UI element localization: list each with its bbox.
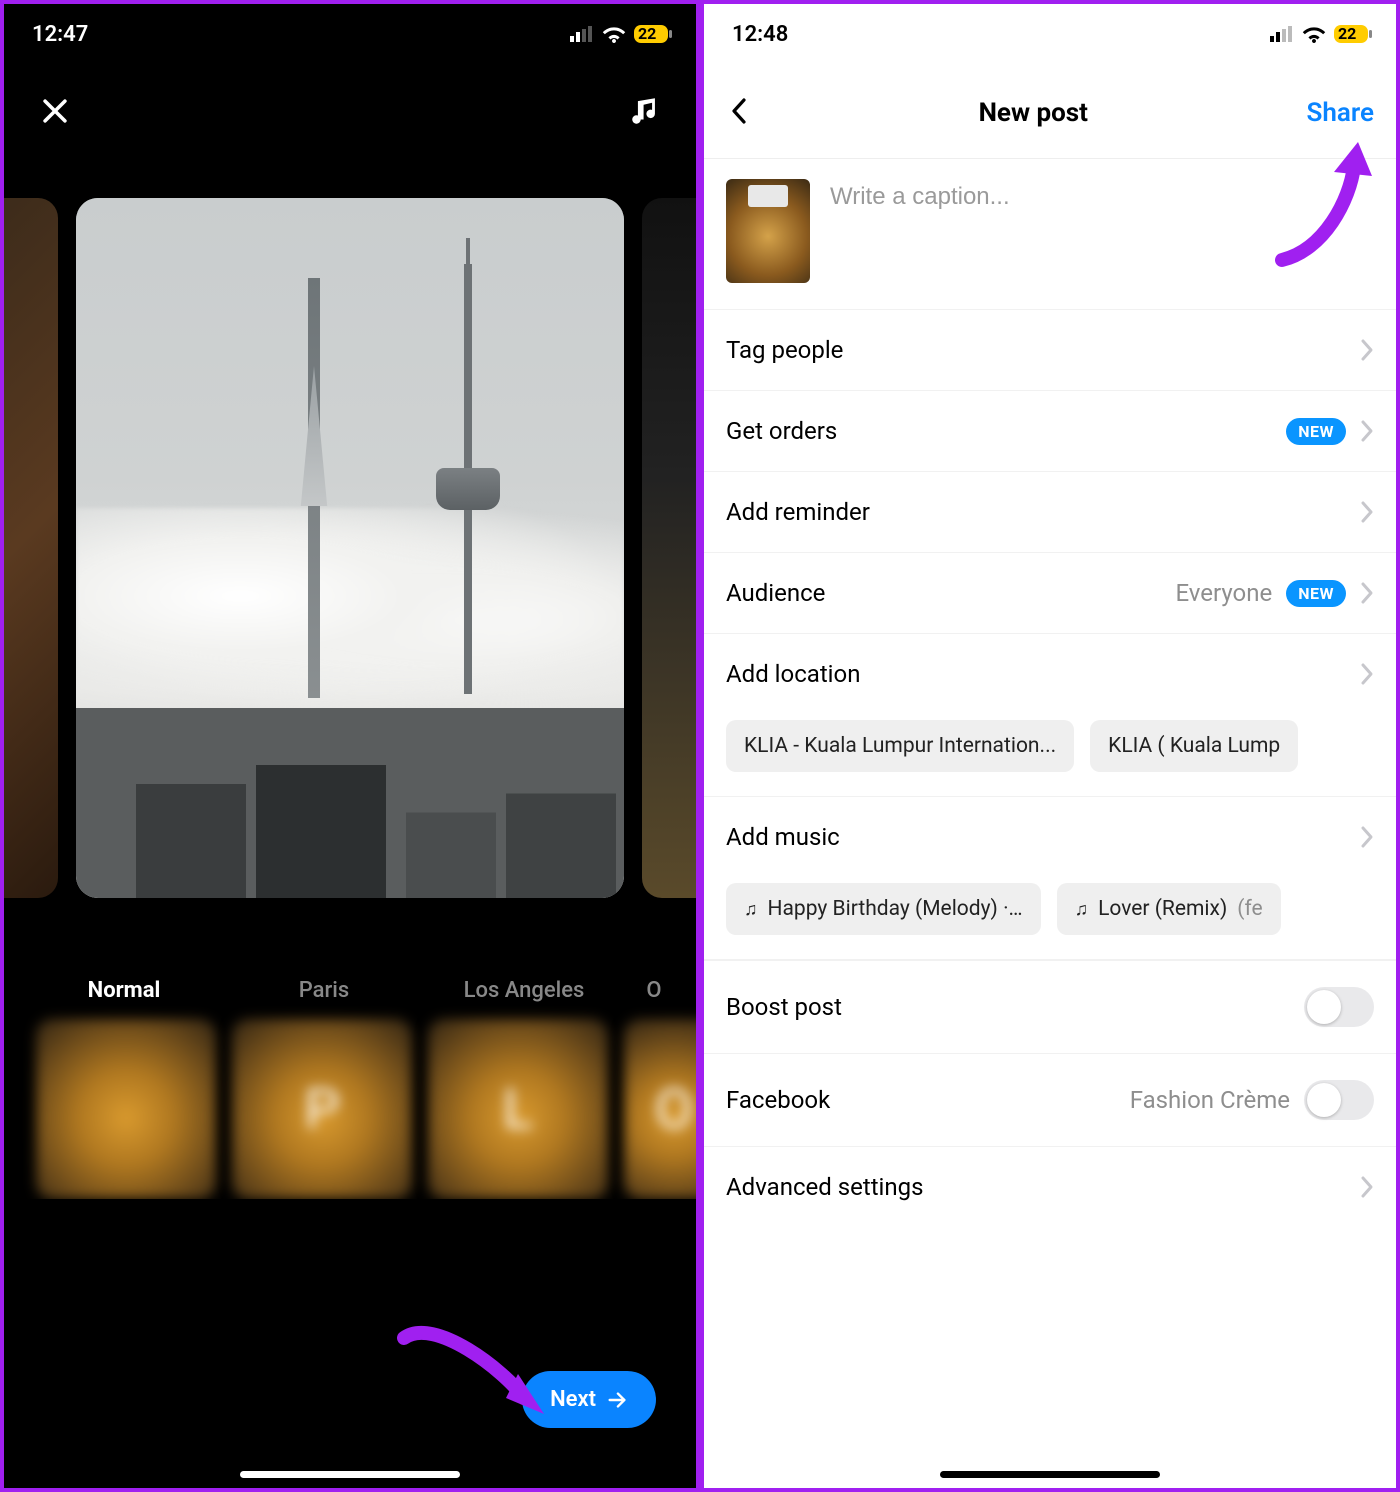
filter-label-losangeles[interactable]: Los Angeles <box>424 978 624 1003</box>
location-suggestion-chips: KLIA - Kuala Lumpur Internation... KLIA … <box>704 714 1396 797</box>
new-post-screen: 12:48 22 New post Share Tag people Get o… <box>700 0 1400 1492</box>
chevron-right-icon <box>1360 662 1374 686</box>
next-button-label: Next <box>550 1387 596 1412</box>
filter-label-paris[interactable]: Paris <box>224 978 424 1003</box>
filter-tile-normal[interactable] <box>36 1019 216 1199</box>
row-advanced-settings[interactable]: Advanced settings <box>704 1147 1396 1227</box>
filter-label-normal[interactable]: Normal <box>24 978 224 1003</box>
wifi-icon <box>1302 25 1326 43</box>
status-icons: 22 <box>570 25 668 43</box>
boost-toggle[interactable] <box>1304 987 1374 1027</box>
row-boost-post[interactable]: Boost post <box>704 960 1396 1054</box>
filter-tile-losangeles[interactable]: L <box>428 1019 608 1199</box>
chevron-right-icon <box>1360 581 1374 605</box>
row-facebook[interactable]: Facebook Fashion Crème <box>704 1054 1396 1147</box>
music-note-icon: ♫ <box>744 899 758 920</box>
annotation-arrow <box>394 1320 544 1430</box>
audience-value: Everyone <box>1175 579 1272 607</box>
next-button[interactable]: Next <box>522 1371 656 1428</box>
chevron-right-icon <box>1360 338 1374 362</box>
arrow-right-icon <box>606 1389 628 1411</box>
prev-photo-peek[interactable] <box>4 198 58 898</box>
chevron-right-icon <box>1360 825 1374 849</box>
photo-preview[interactable] <box>76 198 624 898</box>
chevron-right-icon <box>1360 500 1374 524</box>
photo-preview-carousel[interactable] <box>4 198 696 898</box>
caption-row <box>704 159 1396 310</box>
row-tag-people[interactable]: Tag people <box>704 310 1396 391</box>
new-badge: NEW <box>1286 580 1346 607</box>
location-chip[interactable]: KLIA ( Kuala Lump <box>1090 720 1298 772</box>
chevron-right-icon <box>1360 1175 1374 1199</box>
new-post-header: New post Share <box>704 64 1396 159</box>
filter-tiles: P L O <box>4 1003 696 1199</box>
page-title: New post <box>979 98 1088 128</box>
row-audience[interactable]: Audience Everyone NEW <box>704 553 1396 634</box>
facebook-value: Fashion Crème <box>1130 1086 1290 1114</box>
status-icons: 22 <box>1270 25 1368 43</box>
wifi-icon <box>602 25 626 43</box>
music-chip[interactable]: ♫ Happy Birthday (Melody) ·… <box>726 883 1041 935</box>
editor-top-bar <box>4 64 696 142</box>
status-bar: 12:48 22 <box>704 4 1396 64</box>
share-button[interactable]: Share <box>1307 98 1374 128</box>
music-chip[interactable]: ♫ Lover (Remix) (fe <box>1057 883 1281 935</box>
new-badge: NEW <box>1286 418 1346 445</box>
row-add-music[interactable]: Add music <box>704 797 1396 877</box>
close-icon[interactable] <box>38 94 72 132</box>
row-get-orders[interactable]: Get orders NEW <box>704 391 1396 472</box>
row-add-reminder[interactable]: Add reminder <box>704 472 1396 553</box>
caption-input[interactable] <box>830 179 1374 211</box>
filter-labels: Normal Paris Los Angeles O <box>4 978 696 1003</box>
cellular-icon <box>1270 26 1294 42</box>
status-bar: 12:47 22 <box>4 4 696 64</box>
battery-badge: 22 <box>1334 25 1368 43</box>
home-indicator[interactable] <box>240 1471 460 1478</box>
status-time: 12:48 <box>732 22 788 47</box>
status-time: 12:47 <box>32 22 88 47</box>
row-add-location[interactable]: Add location <box>704 634 1396 714</box>
chevron-right-icon <box>1360 419 1374 443</box>
post-thumbnail[interactable] <box>726 179 810 283</box>
music-suggestion-chips: ♫ Happy Birthday (Melody) ·… ♫ Lover (Re… <box>704 877 1396 960</box>
home-indicator[interactable] <box>940 1471 1160 1478</box>
back-button[interactable] <box>720 90 760 136</box>
next-photo-peek[interactable] <box>642 198 696 898</box>
music-icon[interactable] <box>628 94 662 132</box>
location-chip[interactable]: KLIA - Kuala Lumpur Internation... <box>726 720 1074 772</box>
filter-tile-more[interactable]: O <box>624 1019 696 1199</box>
cellular-icon <box>570 26 594 42</box>
facebook-toggle[interactable] <box>1304 1080 1374 1120</box>
battery-badge: 22 <box>634 25 668 43</box>
photo-filter-screen: 12:47 22 Normal Paris Los A <box>0 0 700 1492</box>
music-note-icon: ♫ <box>1075 899 1089 920</box>
chevron-left-icon <box>730 96 750 126</box>
filter-label-more[interactable]: O <box>624 978 684 1003</box>
filter-tile-paris[interactable]: P <box>232 1019 412 1199</box>
